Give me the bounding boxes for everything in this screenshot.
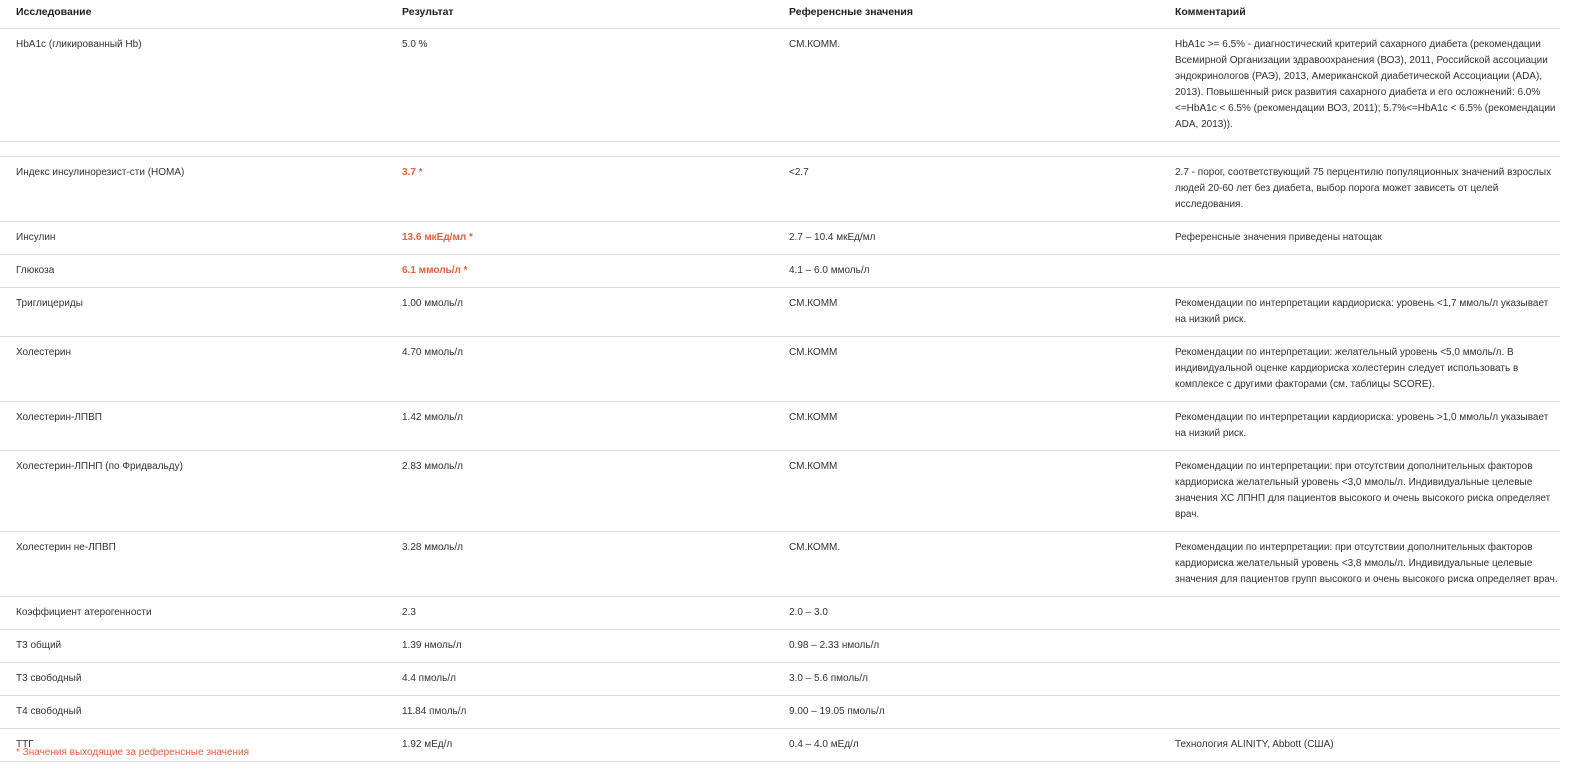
row-separator: [0, 141, 1560, 157]
table-row: Индекс инсулинорезист-сти (HOMA) 3.7 * <2.…: [0, 156, 1560, 222]
cell-study: Холестерин-ЛПНП (по Фридвальду): [0, 450, 386, 532]
cell-comment: [1159, 254, 1560, 288]
cell-comment: Рекомендации по интерпретации: желательн…: [1159, 336, 1560, 402]
cell-reference: 4.1 – 6.0 ммоль/л: [773, 254, 1159, 288]
cell-reference: 2.7 – 10.4 мкЕд/мл: [773, 221, 1159, 255]
table-row: T4 свободный 11.84 пмоль/л 9.00 – 19.05 пм…: [0, 695, 1560, 729]
cell-comment: [1159, 596, 1560, 630]
cell-study: Индекс инсулинорезист-сти (HOMA): [0, 156, 386, 222]
cell-study: Холестерин-ЛПВП: [0, 401, 386, 451]
cell-study: HbA1c (гликированный Hb): [0, 28, 386, 142]
table-header-row: Исследование Результат Референсные значе…: [0, 0, 1560, 29]
cell-study: T3 свободный: [0, 662, 386, 696]
cell-study: Холестерин не-ЛПВП: [0, 531, 386, 597]
cell-result: 5.0 %: [386, 28, 773, 142]
cell-study: Триглицериды: [0, 287, 386, 337]
cell-result: 2.83 ммоль/л: [386, 450, 773, 532]
cell-reference: 0.98 – 2.33 нмоль/л: [773, 629, 1159, 663]
cell-study: Холестерин: [0, 336, 386, 402]
cell-comment: HbA1c >= 6.5% - диагностический критерий…: [1159, 28, 1560, 142]
table-row: Холестерин 4.70 ммоль/л СМ.КОММ Рекомендаци…: [0, 336, 1560, 402]
cell-study: T3 общий: [0, 629, 386, 663]
cell-study: Глюкоза: [0, 254, 386, 288]
cell-reference: 9.00 – 19.05 пмоль/л: [773, 695, 1159, 729]
cell-result: 1.42 ммоль/л: [386, 401, 773, 451]
table-row: Глюкоза 6.1 ммоль/л * 4.1 – 6.0 ммоль/л: [0, 254, 1560, 288]
cell-comment: [1159, 662, 1560, 696]
cell-reference: <2.7: [773, 156, 1159, 222]
cell-comment: [1159, 695, 1560, 729]
cell-result: 6.1 ммоль/л *: [386, 254, 773, 288]
cell-comment: [1159, 629, 1560, 663]
table-row: Холестерин-ЛПНП (по Фридвальду) 2.83 ммол…: [0, 450, 1560, 532]
cell-reference: СМ.КОММ.: [773, 531, 1159, 597]
cell-result: 11.84 пмоль/л: [386, 695, 773, 729]
table-row: HbA1c (гликированный Hb) 5.0 % СМ.КОММ. HbA…: [0, 28, 1560, 142]
cell-comment: Рекомендации по интерпретации: при отсут…: [1159, 450, 1560, 532]
cell-reference: 0.4 – 4.0 мЕд/л: [773, 728, 1159, 762]
cell-reference: СМ.КОММ: [773, 287, 1159, 337]
results-body: HbA1c (гликированный Hb) 5.0 % СМ.КОММ. HbA…: [0, 28, 1560, 762]
cell-study: Инсулин: [0, 221, 386, 255]
cell-result: 4.70 ммоль/л: [386, 336, 773, 402]
table-row: T3 свободный 4.4 пмоль/л 3.0 – 5.6 пмоль/л: [0, 662, 1560, 696]
table-row: Коэффициент атерогенности 2.3 2.0 – 3.0: [0, 596, 1560, 630]
table-row: Инсулин 13.6 мкЕд/мл * 2.7 – 10.4 мкЕд/мл Р…: [0, 221, 1560, 255]
cell-result: 1.92 мЕд/л: [386, 728, 773, 762]
cell-study: Коэффициент атерогенности: [0, 596, 386, 630]
cell-result: 2.3: [386, 596, 773, 630]
table-row: T3 общий 1.39 нмоль/л 0.98 – 2.33 нмоль/л: [0, 629, 1560, 663]
cell-comment: Рекомендации по интерпретации кардиориск…: [1159, 401, 1560, 451]
cell-result: 13.6 мкЕд/мл *: [386, 221, 773, 255]
table-row: Холестерин не-ЛПВП 3.28 ммоль/л СМ.КОММ. Ре…: [0, 531, 1560, 597]
header-study: Исследование: [0, 0, 386, 29]
cell-comment: Рекомендации по интерпретации: при отсут…: [1159, 531, 1560, 597]
footnote-abnormal-legend: * Значения выходящие за референсные знач…: [16, 747, 250, 758]
cell-result: 3.28 ммоль/л: [386, 531, 773, 597]
cell-result: 1.39 нмоль/л: [386, 629, 773, 663]
header-reference: Референсные значения: [773, 0, 1159, 29]
cell-comment: 2.7 - порог, соответствующий 75 перценти…: [1159, 156, 1560, 222]
header-result: Результат: [386, 0, 773, 29]
cell-comment: Технология ALINITY, Abbott (США): [1159, 728, 1560, 762]
cell-reference: СМ.КОММ.: [773, 28, 1159, 142]
cell-reference: 2.0 – 3.0: [773, 596, 1159, 630]
cell-comment: Рекомендации по интерпретации кардиориск…: [1159, 287, 1560, 337]
table-row: Холестерин-ЛПВП 1.42 ммоль/л СМ.КОММ Рекоме…: [0, 401, 1560, 451]
cell-reference: СМ.КОММ: [773, 450, 1159, 532]
cell-result: 4.4 пмоль/л: [386, 662, 773, 696]
cell-reference: СМ.КОММ: [773, 336, 1159, 402]
cell-result: 1.00 ммоль/л: [386, 287, 773, 337]
table-row: Триглицериды 1.00 ммоль/л СМ.КОММ Рекоменда…: [0, 287, 1560, 337]
cell-reference: 3.0 – 5.6 пмоль/л: [773, 662, 1159, 696]
cell-comment: Референсные значения приведены натощак: [1159, 221, 1560, 255]
cell-reference: СМ.КОММ: [773, 401, 1159, 451]
header-comment: Комментарий: [1159, 0, 1560, 29]
cell-study: T4 свободный: [0, 695, 386, 729]
cell-result: 3.7 *: [386, 156, 773, 222]
results-table: Исследование Результат Референсные значе…: [0, 0, 1560, 762]
